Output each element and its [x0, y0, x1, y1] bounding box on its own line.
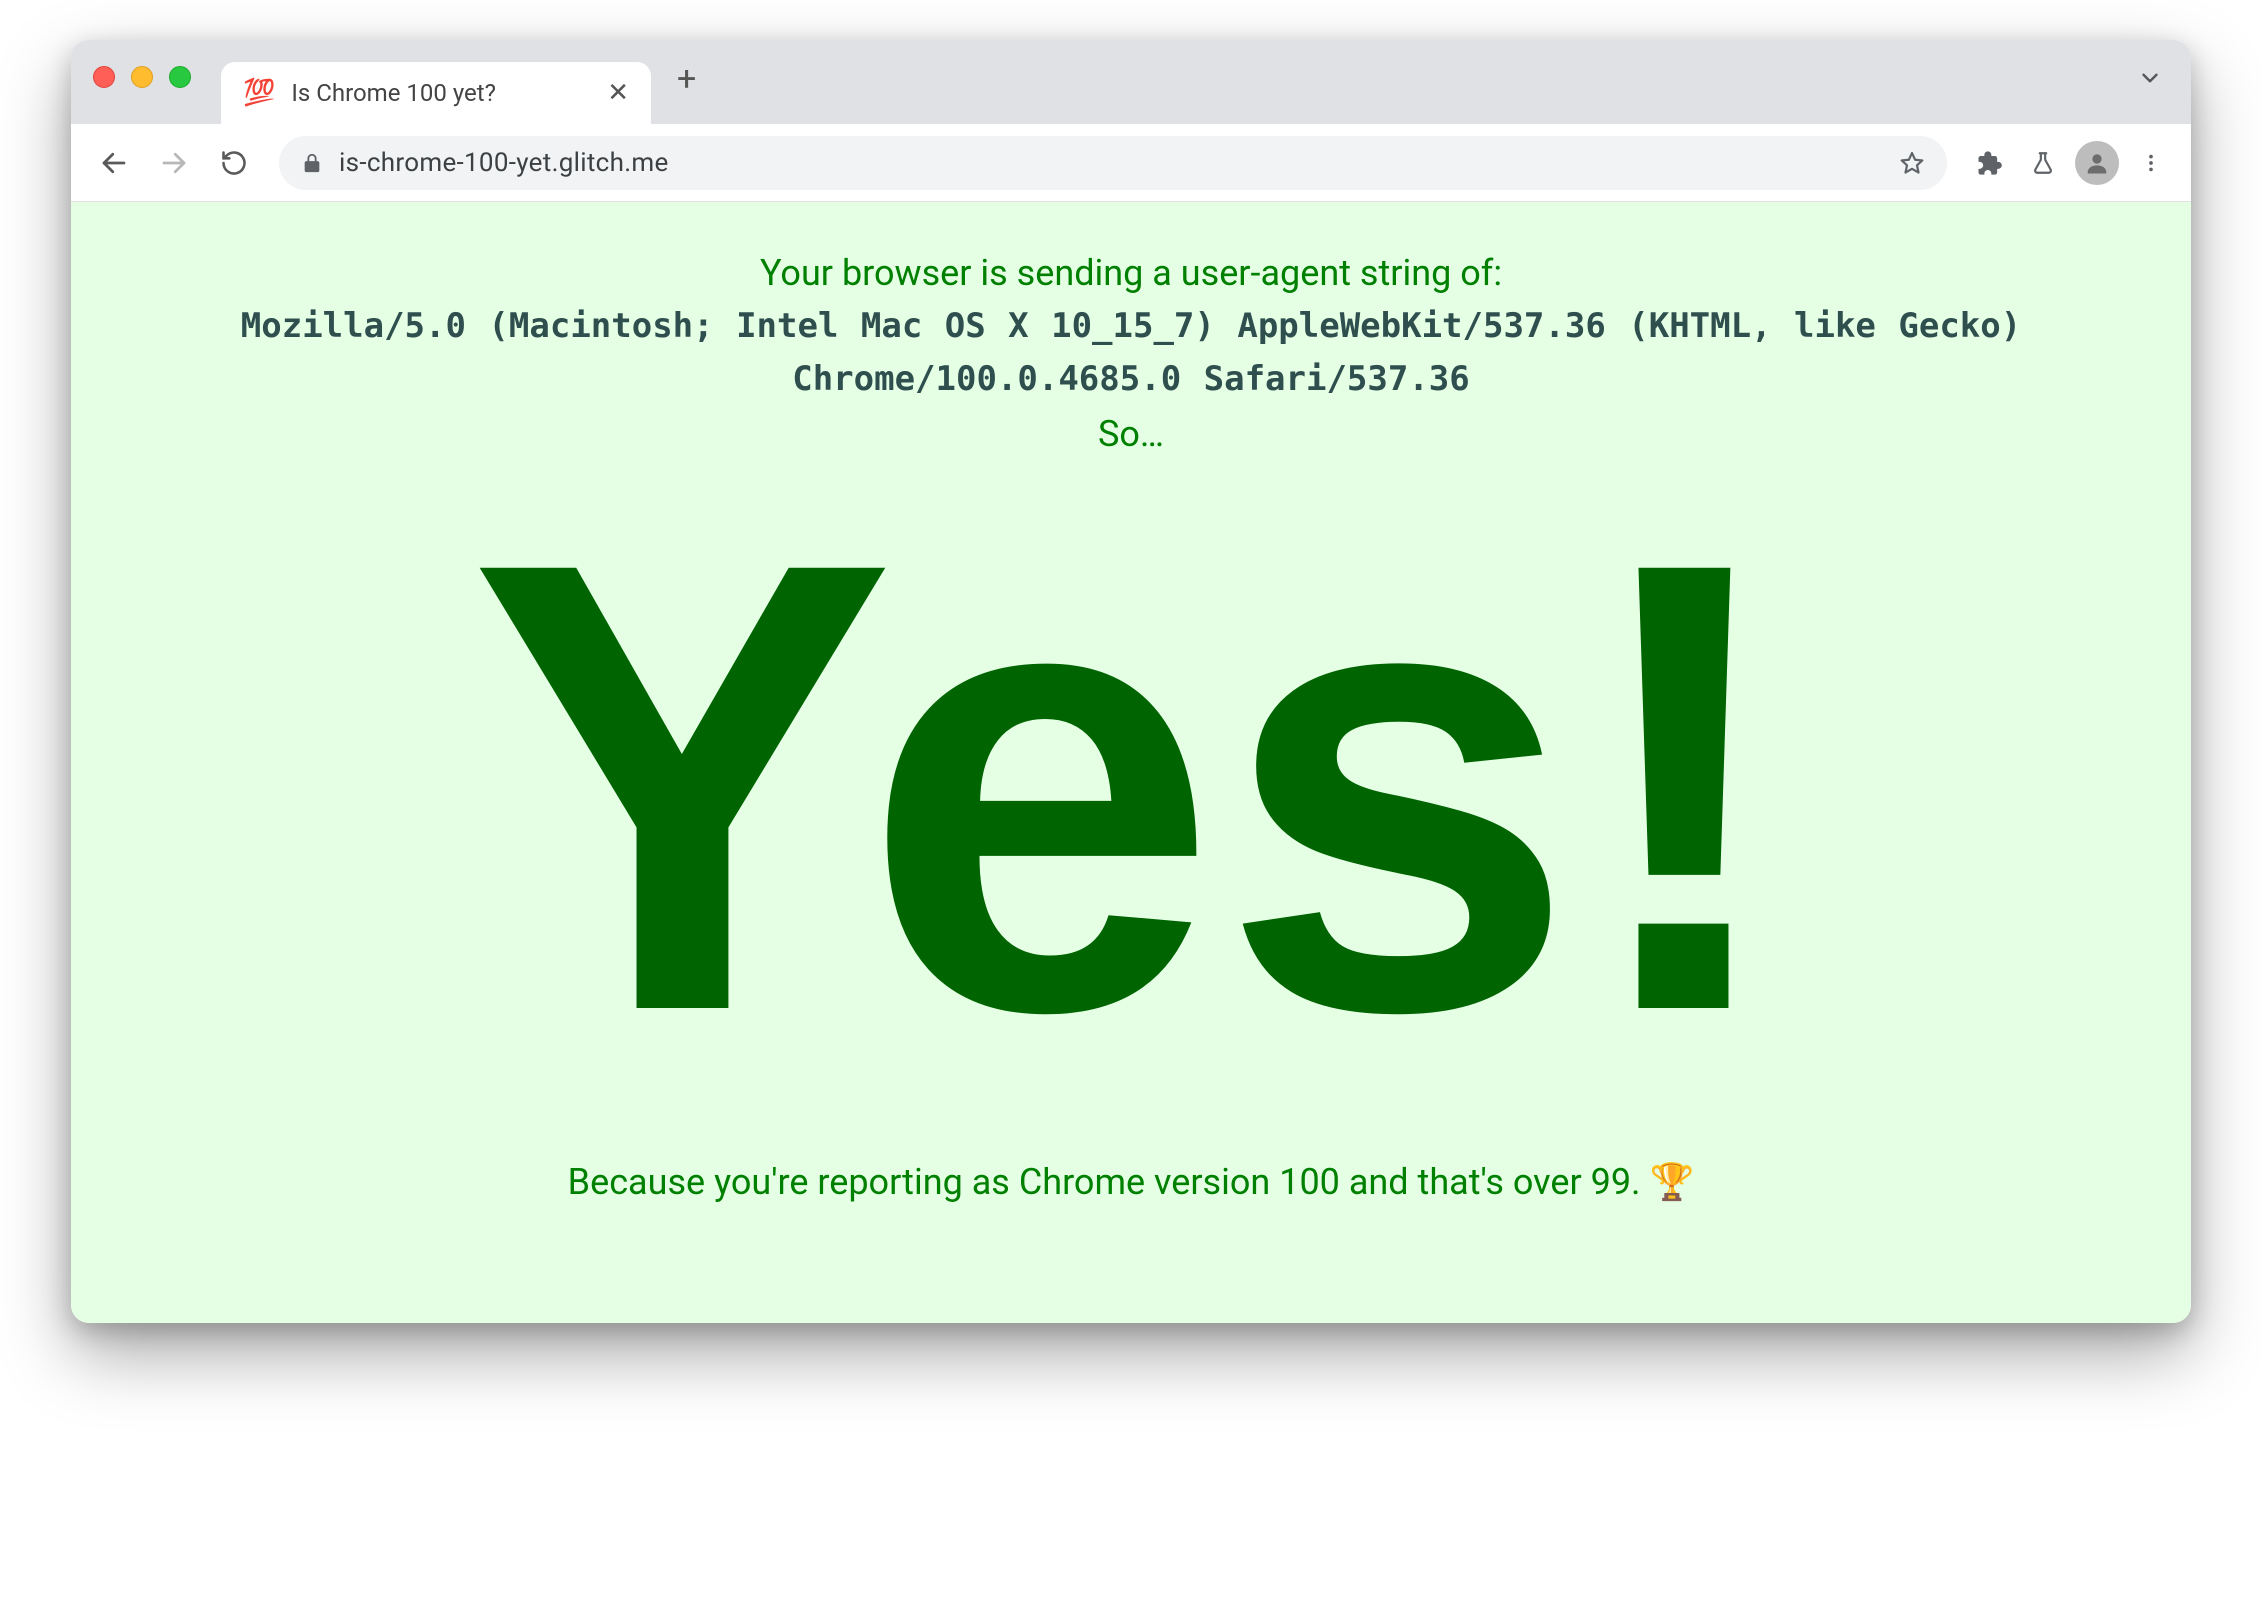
profile-avatar[interactable] — [2075, 141, 2119, 185]
forward-button[interactable] — [149, 138, 199, 188]
close-window-button[interactable] — [93, 66, 115, 88]
kebab-menu-icon[interactable] — [2129, 141, 2173, 185]
extensions-icon[interactable] — [1967, 141, 2011, 185]
new-tab-button[interactable]: + — [677, 59, 696, 99]
tab-overflow-button[interactable] — [2137, 65, 2163, 91]
minimize-window-button[interactable] — [131, 66, 153, 88]
back-button[interactable] — [89, 138, 139, 188]
answer-text: Yes! — [101, 483, 2161, 1091]
tab-favicon-icon: 💯 — [243, 78, 275, 108]
lock-icon — [301, 152, 323, 174]
browser-tab[interactable]: 💯 Is Chrome 100 yet? ✕ — [221, 62, 651, 124]
because-text: Because you're reporting as Chrome versi… — [101, 1161, 2161, 1203]
address-url: is-chrome-100-yet.glitch.me — [339, 148, 669, 178]
browser-window: 💯 Is Chrome 100 yet? ✕ + is-chrome-100-y… — [71, 40, 2191, 1323]
window-controls — [93, 66, 191, 88]
maximize-window-button[interactable] — [169, 66, 191, 88]
close-tab-button[interactable]: ✕ — [607, 80, 629, 106]
user-agent-string: Mozilla/5.0 (Macintosh; Intel Mac OS X 1… — [141, 294, 2121, 411]
intro-text: Your browser is sending a user-agent str… — [101, 252, 2161, 294]
address-bar[interactable]: is-chrome-100-yet.glitch.me — [279, 136, 1947, 190]
toolbar: is-chrome-100-yet.glitch.me — [71, 124, 2191, 202]
titlebar: 💯 Is Chrome 100 yet? ✕ + — [71, 40, 2191, 124]
bookmark-star-icon[interactable] — [1899, 150, 1925, 176]
tab-title: Is Chrome 100 yet? — [291, 79, 591, 107]
page-content: Your browser is sending a user-agent str… — [71, 202, 2191, 1323]
labs-icon[interactable] — [2021, 141, 2065, 185]
reload-button[interactable] — [209, 138, 259, 188]
